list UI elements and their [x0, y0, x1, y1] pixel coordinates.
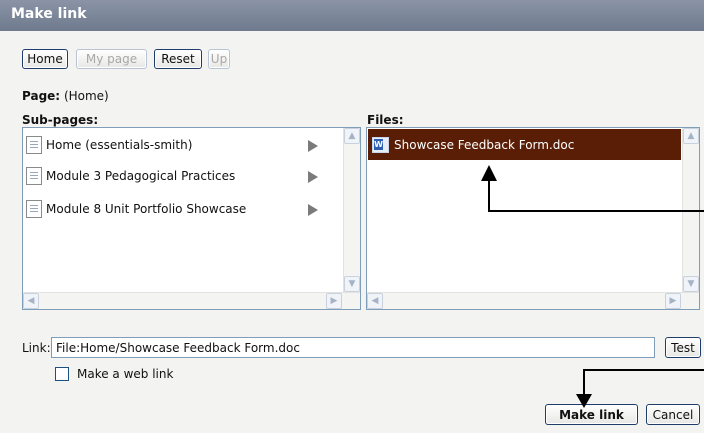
- make-link-callout-arrow: [576, 369, 704, 408]
- annotation-arrows: [481, 165, 704, 408]
- file-callout-arrow: [481, 165, 704, 212]
